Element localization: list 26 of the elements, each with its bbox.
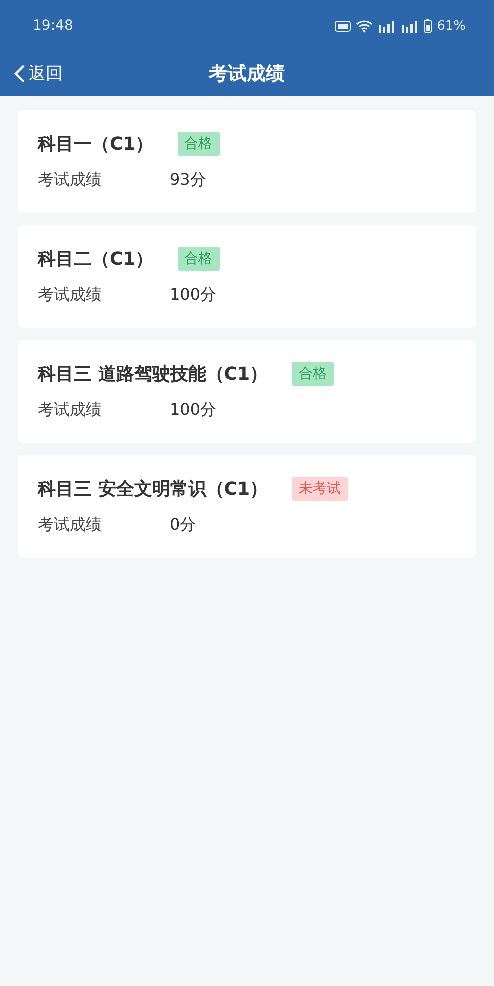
score-label: 考试成绩 (38, 170, 103, 191)
battery-icon (424, 19, 432, 33)
battery-percent: 61% (437, 18, 466, 34)
score-label: 考试成绩 (38, 285, 103, 306)
subject-title: 科目一（C1） (38, 133, 154, 156)
status-tag: 合格 (178, 132, 220, 156)
score-value: 0分 (170, 515, 196, 536)
hd-icon (335, 20, 352, 32)
page-title: 考试成绩 (209, 62, 285, 87)
signal-icon (401, 20, 420, 32)
chevron-left-icon (14, 64, 26, 84)
score-value: 100分 (170, 285, 217, 306)
status-tag: 合格 (292, 362, 334, 386)
score-value: 93分 (170, 170, 206, 191)
score-label: 考试成绩 (38, 400, 103, 421)
status-tag: 未考试 (292, 477, 348, 501)
status-tag: 合格 (178, 247, 220, 271)
score-value: 100分 (170, 400, 217, 421)
signal-icon (378, 20, 396, 32)
subject-title: 科目三 安全文明常识（C1） (38, 478, 268, 501)
back-button[interactable]: 返回 (12, 60, 65, 87)
wifi-icon (356, 20, 374, 32)
score-label: 考试成绩 (38, 515, 103, 536)
status-time: 19:48 (33, 18, 74, 34)
subject-title: 科目三 道路驾驶技能（C1） (38, 363, 268, 386)
subject-title: 科目二（C1） (38, 248, 154, 271)
